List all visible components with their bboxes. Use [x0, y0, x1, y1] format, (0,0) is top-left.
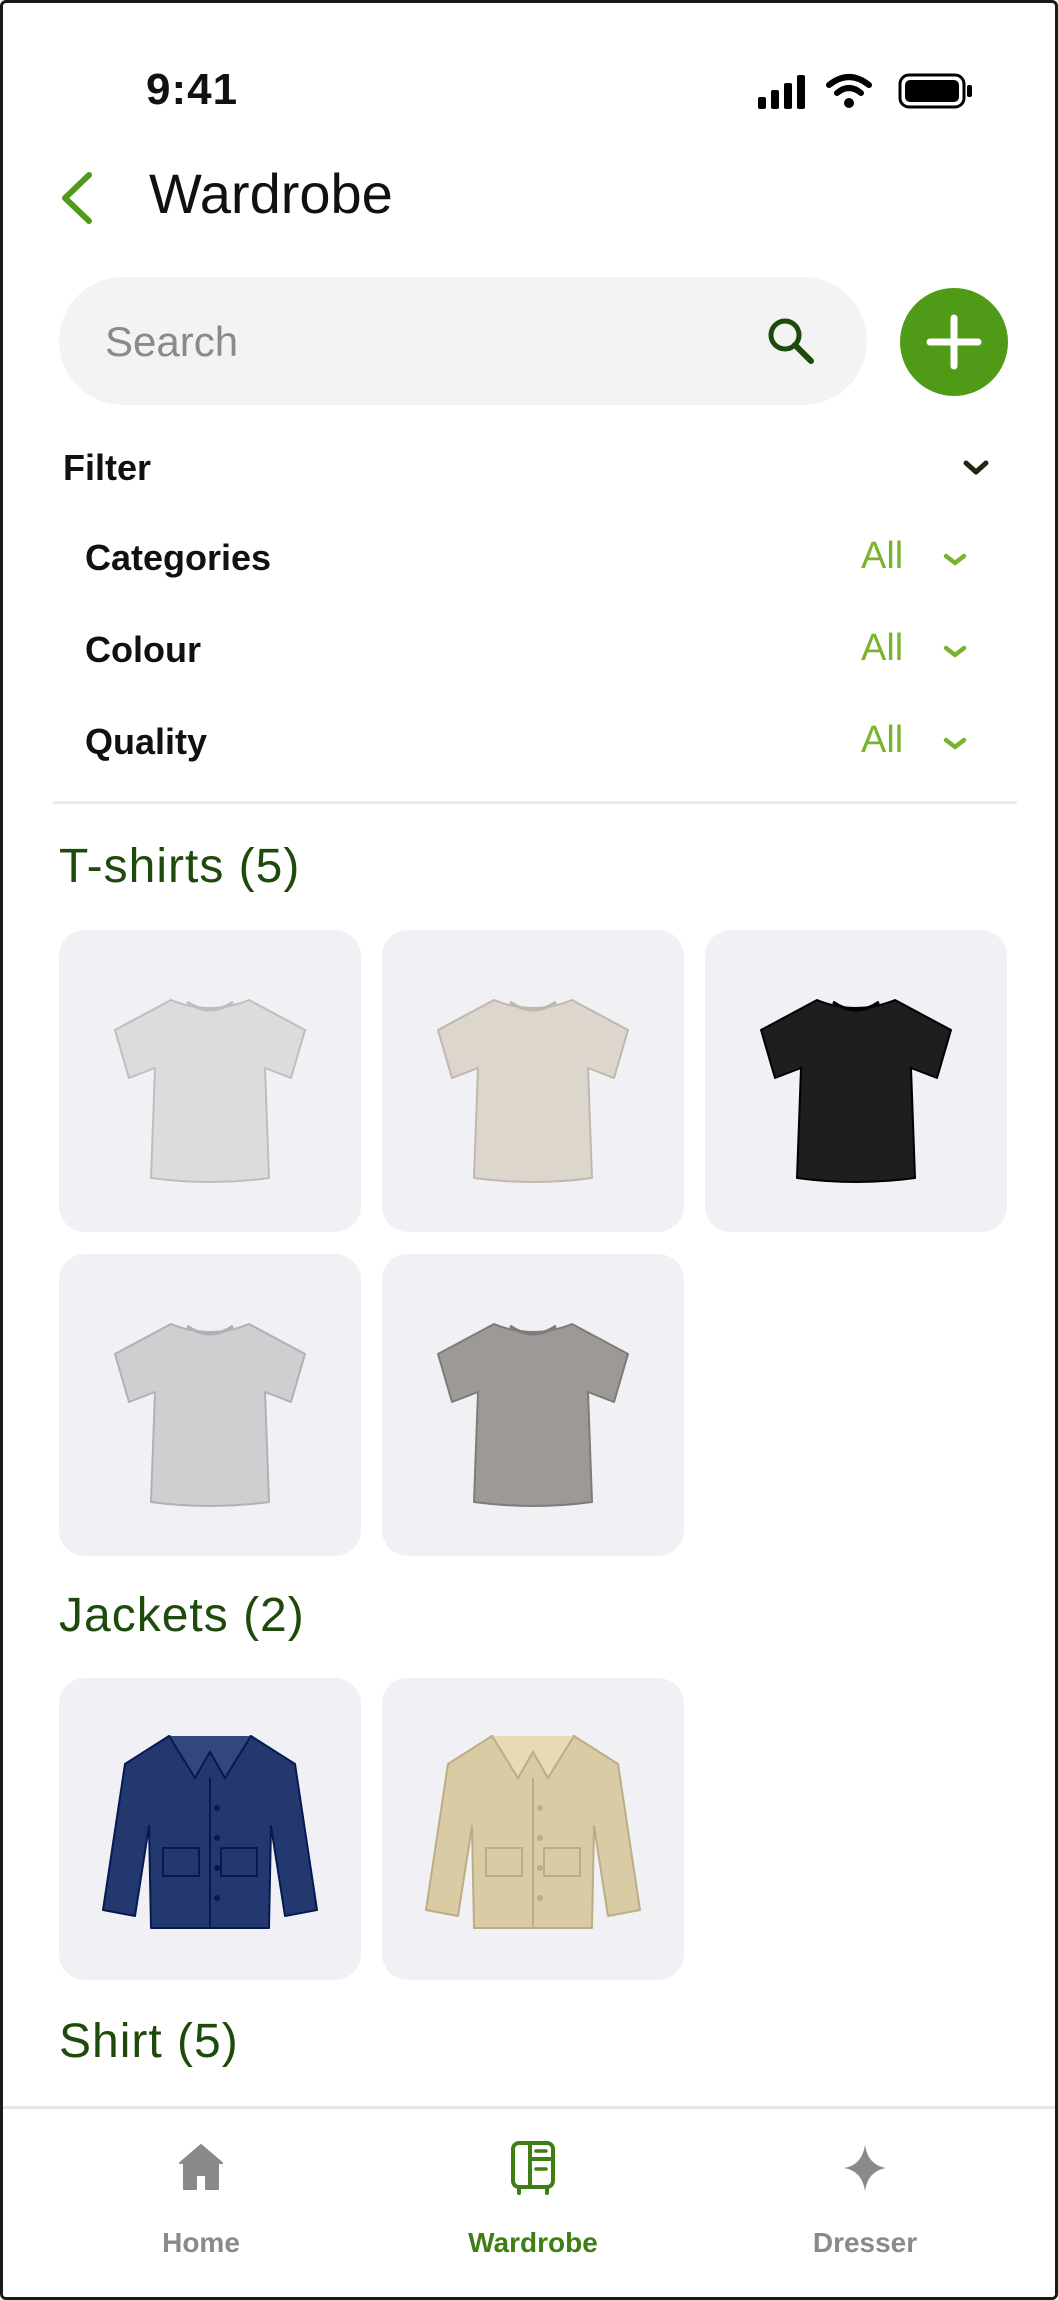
wifi-icon — [826, 74, 872, 108]
back-button[interactable] — [53, 163, 103, 233]
filter-colour-value: All — [861, 627, 904, 669]
filter-categories-label: Categories — [85, 537, 272, 578]
status-bar: 9:41 — [3, 3, 1055, 153]
sparkle-icon — [844, 2145, 886, 2191]
filter-row-quality[interactable]: Quality All — [63, 707, 1003, 777]
search-bar[interactable] — [59, 277, 867, 407]
tab-home[interactable]: Home — [91, 2109, 311, 2297]
wardrobe-icon — [511, 2141, 555, 2195]
chevron-down-icon — [943, 553, 967, 566]
filter-title: Filter — [63, 447, 152, 488]
phone-frame: 9:41 Wardrobe Search Filter Categories A… — [0, 0, 1058, 2300]
clothing-item-card[interactable] — [382, 1254, 684, 1556]
section-title-tshirts: T-shirts (5) — [59, 840, 301, 893]
plus-icon — [900, 288, 1008, 396]
status-time: 9:41 — [146, 65, 239, 114]
tab-home-label: Home — [162, 2227, 240, 2258]
clothing-item-card[interactable] — [382, 930, 684, 1232]
tshirt-image — [114, 1323, 306, 1507]
section-title-shirt: Shirt (5) — [59, 2015, 239, 2068]
tshirt-image — [437, 999, 629, 1183]
filter-colour-label: Colour — [85, 629, 201, 670]
tab-dresser[interactable]: Dresser — [755, 2109, 975, 2297]
chevron-down-icon — [963, 460, 989, 475]
filter-quality-value: All — [861, 719, 904, 761]
tab-wardrobe[interactable]: Wardrobe — [423, 2109, 643, 2297]
tab-bar: Home Wardrobe Dresser — [3, 2106, 1055, 2297]
filter-toggle[interactable] — [961, 458, 991, 478]
clothing-item-card[interactable] — [59, 930, 361, 1232]
battery-icon — [898, 73, 972, 109]
filter-row-categories[interactable]: Categories All — [63, 523, 1003, 593]
filter-row-colour[interactable]: Colour All — [63, 615, 1003, 685]
search-input[interactable] — [103, 277, 747, 407]
section-title-jackets: Jackets (2) — [59, 1589, 305, 1642]
search-icon[interactable] — [763, 313, 819, 369]
filter-divider — [53, 801, 1017, 804]
chevron-down-icon — [943, 737, 967, 750]
cellular-signal-icon — [758, 75, 805, 109]
home-icon — [179, 2144, 223, 2190]
filter-quality-label: Quality — [85, 721, 208, 762]
add-item-button[interactable] — [900, 288, 1008, 396]
clothing-item-card[interactable] — [59, 1254, 361, 1556]
jacket-image — [102, 1735, 318, 1929]
clothing-item-card[interactable] — [382, 1678, 684, 1980]
tab-dresser-label: Dresser — [812, 2227, 918, 2258]
page-title: Wardrobe — [149, 162, 393, 225]
tshirt-image — [114, 999, 306, 1183]
tab-wardrobe-label: Wardrobe — [468, 2227, 598, 2258]
filter-categories-value: All — [861, 535, 904, 577]
jacket-image — [425, 1735, 641, 1929]
clothing-item-card[interactable] — [59, 1678, 361, 1980]
chevron-down-icon — [943, 645, 967, 658]
tshirt-image — [760, 999, 952, 1183]
clothing-item-card[interactable] — [705, 930, 1007, 1232]
tshirt-image — [437, 1323, 629, 1507]
chevron-left-icon — [62, 172, 92, 224]
